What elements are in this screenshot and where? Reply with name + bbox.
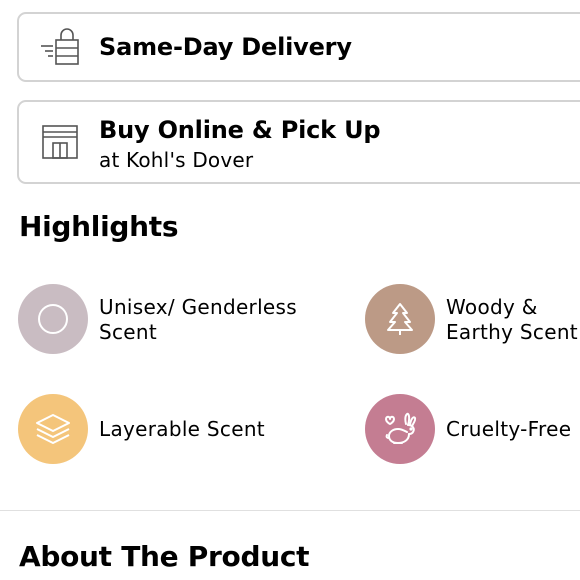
highlight-badge	[365, 394, 435, 464]
buy-online-pick-up-option[interactable]: Buy Online & Pick Up at Kohl's Dover	[17, 100, 580, 184]
product-details-page: Same-Day Delivery Buy Online & Pick Up a…	[0, 0, 580, 580]
highlight-badge	[365, 284, 435, 354]
same-day-delivery-option[interactable]: Same-Day Delivery	[17, 12, 580, 82]
tree-icon	[387, 303, 413, 335]
highlight-label: Woody & Earthy Scent	[446, 295, 578, 344]
circle-icon	[38, 304, 68, 334]
shopping-bag-speed-icon	[39, 28, 81, 68]
highlight-label: Unisex/ Genderless Scent	[99, 295, 297, 344]
pickup-store-name: at Kohl's Dover	[99, 148, 254, 172]
pickup-title: Buy Online & Pick Up	[99, 116, 381, 144]
highlight-badge	[18, 394, 88, 464]
store-icon	[39, 122, 81, 162]
highlight-badge	[18, 284, 88, 354]
highlight-label: Layerable Scent	[99, 417, 265, 441]
section-divider	[0, 510, 580, 511]
about-the-product-heading[interactable]: About The Product	[19, 540, 310, 573]
bunny-icon	[385, 412, 417, 444]
layers-icon	[36, 414, 70, 444]
highlight-label: Cruelty-Free	[446, 417, 572, 441]
same-day-delivery-title: Same-Day Delivery	[99, 33, 352, 61]
highlights-heading: Highlights	[19, 210, 179, 243]
